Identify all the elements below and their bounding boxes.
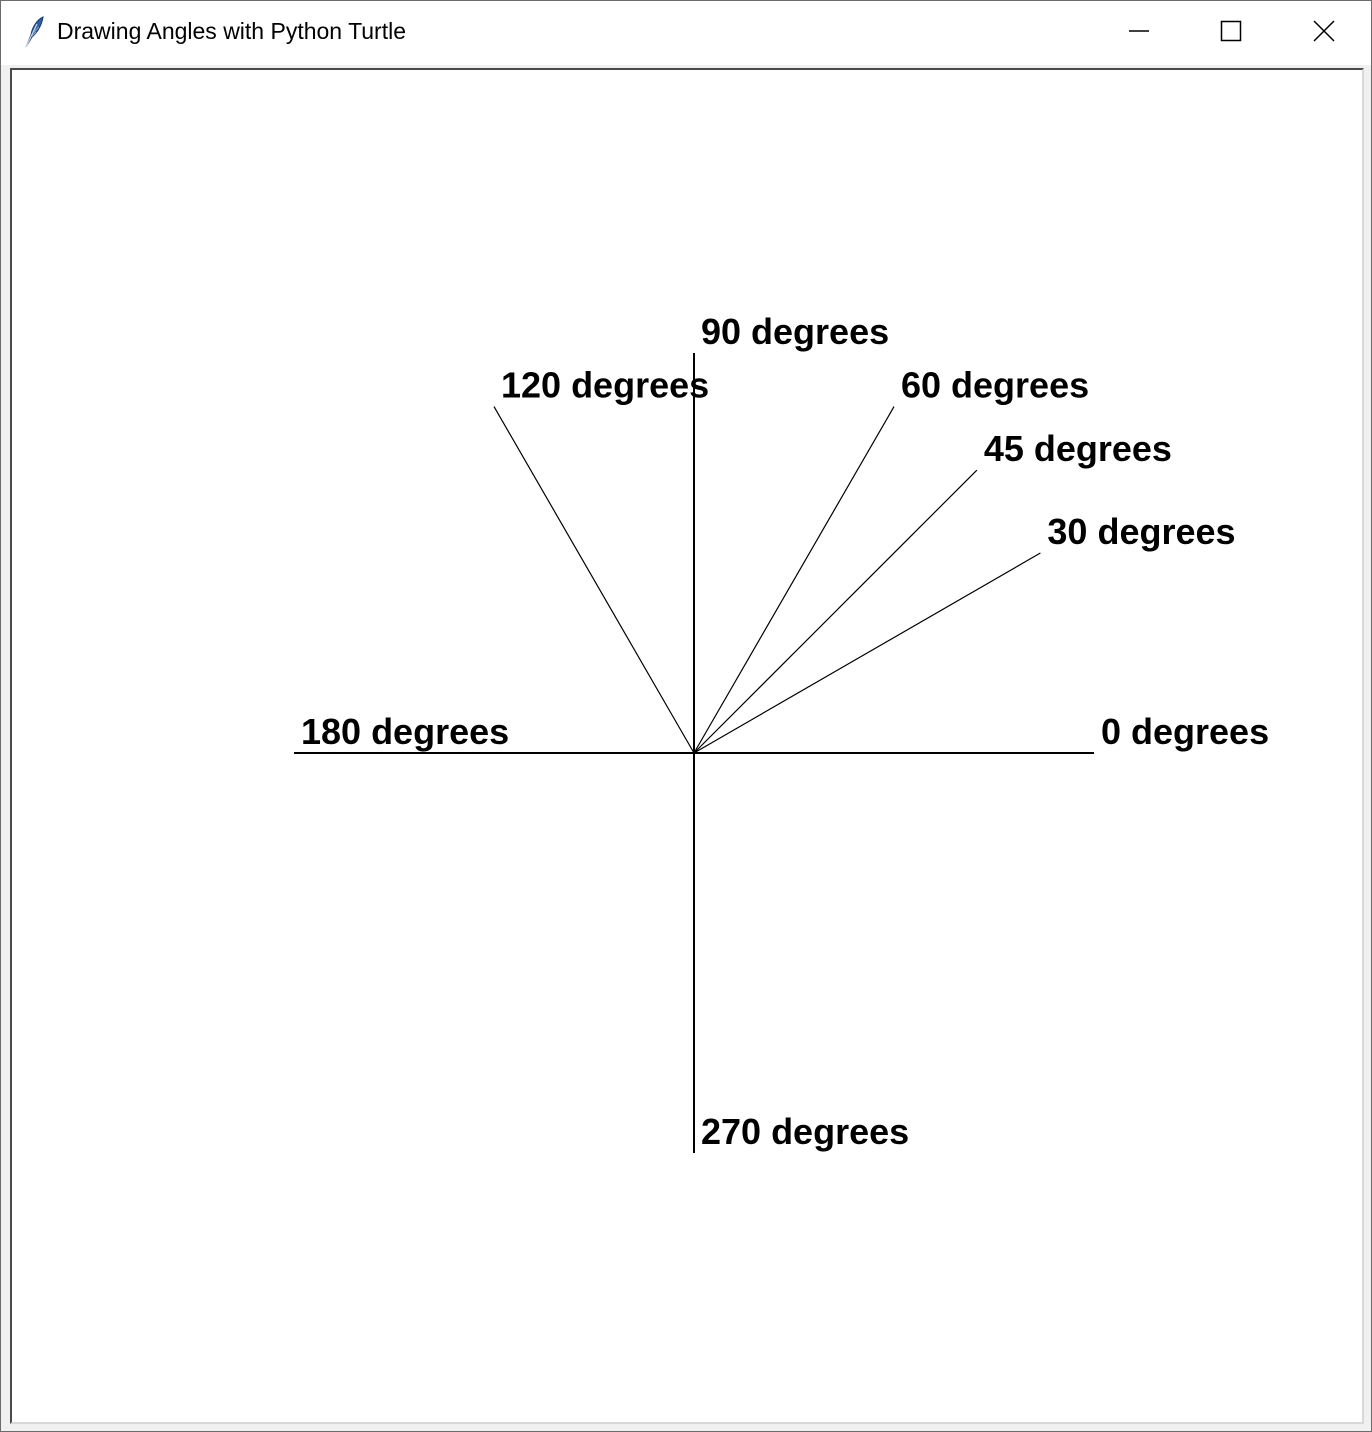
turtle-canvas[interactable]: 0 degrees 30 degrees 45 degrees 60 degrees 9… [12, 70, 1362, 1422]
angle-ray-120 [493, 406, 695, 754]
angle-ray-60 [693, 406, 895, 754]
angle-ray-30 [693, 552, 1041, 754]
angle-label-180: 180 degrees [301, 711, 509, 752]
angle-label-90: 90 degrees [701, 311, 889, 352]
turtle-canvas-frame[interactable]: 0 degrees 30 degrees 45 degrees 60 degrees 9… [10, 68, 1364, 1424]
window-title: Drawing Angles with Python Turtle [57, 18, 407, 44]
angle-label-30: 30 degrees [1047, 511, 1235, 552]
angle-label-45: 45 degrees [984, 428, 1172, 469]
close-button[interactable] [1277, 1, 1369, 63]
turtle-window: Drawing Angles with Python Turtle 0 degr… [0, 0, 1372, 1432]
angle-label-120: 120 degrees [501, 365, 709, 406]
angle-label-270: 270 degrees [701, 1111, 909, 1152]
title-bar[interactable]: Drawing Angles with Python Turtle [1, 1, 1371, 65]
minimize-button[interactable] [1093, 1, 1185, 63]
maximize-button[interactable] [1185, 1, 1277, 63]
feather-icon [23, 15, 45, 49]
angle-ray-45 [693, 469, 978, 754]
angle-label-60: 60 degrees [901, 365, 1089, 406]
angle-label-0: 0 degrees [1101, 711, 1269, 752]
